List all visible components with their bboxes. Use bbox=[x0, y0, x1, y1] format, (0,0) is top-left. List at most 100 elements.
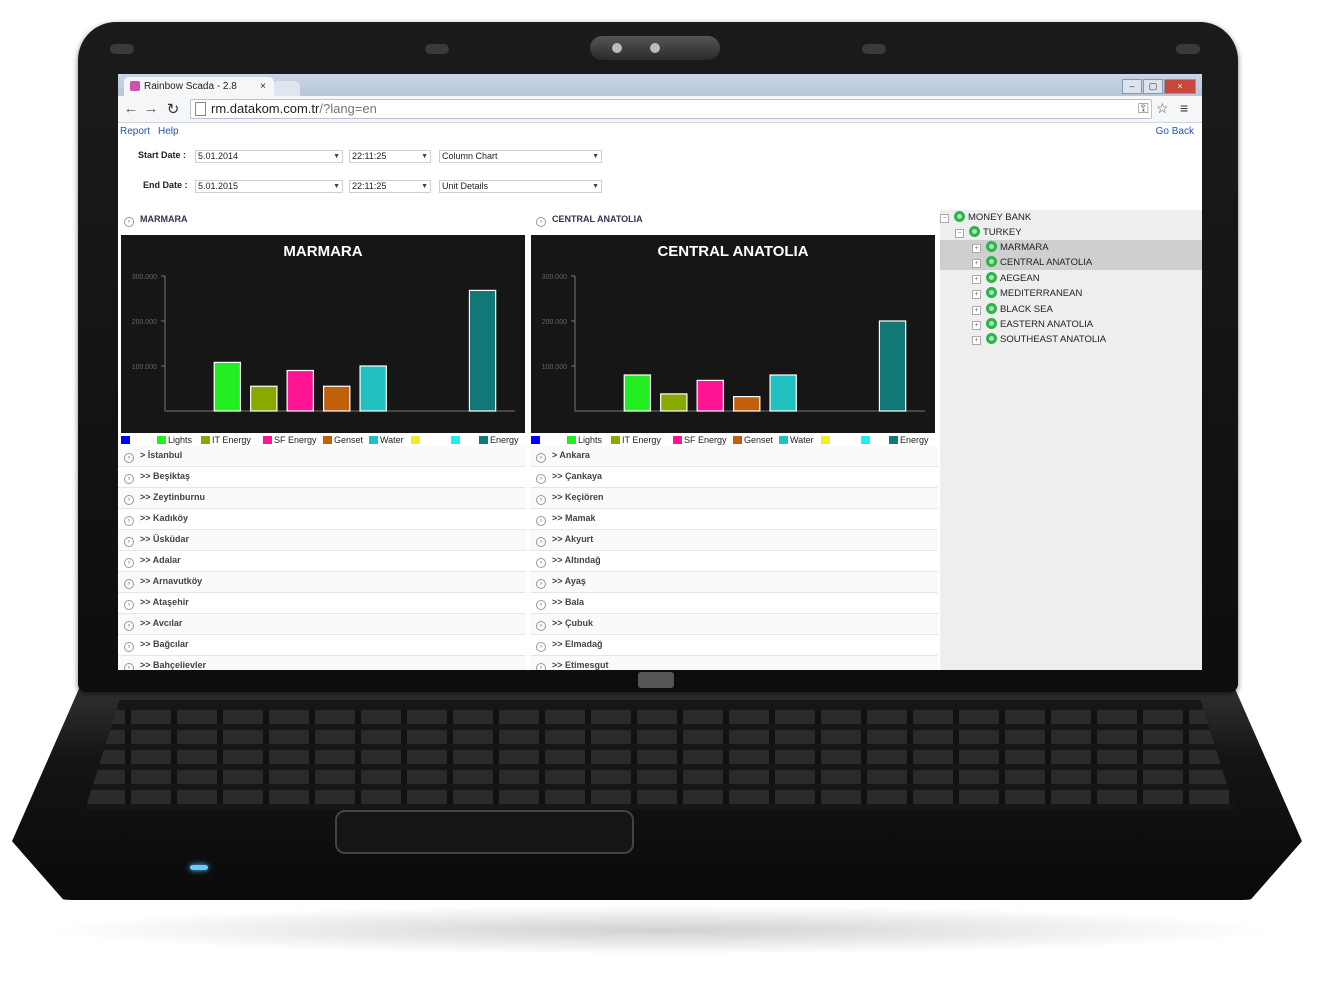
legend-item[interactable] bbox=[531, 435, 542, 445]
unit-row[interactable]: › >> Altındağ bbox=[530, 551, 938, 572]
unit-row[interactable]: › >> Çankaya bbox=[530, 467, 938, 488]
unit-row[interactable]: › >> Zeytinburnu bbox=[118, 488, 526, 509]
unit-row[interactable]: › >> Bala bbox=[530, 593, 938, 614]
unit-row-label: >> Üsküdar bbox=[140, 534, 190, 544]
legend-item[interactable] bbox=[821, 435, 832, 445]
legend-swatch bbox=[323, 436, 332, 444]
detail-select[interactable]: Unit Details ▼ bbox=[439, 180, 602, 193]
menu-help[interactable]: Help bbox=[158, 126, 179, 137]
power-led bbox=[190, 865, 208, 870]
expand-icon[interactable]: + bbox=[972, 321, 981, 330]
tree-node-country[interactable]: − TURKEY bbox=[955, 225, 1202, 240]
back-arrow-icon[interactable]: ← bbox=[122, 100, 140, 117]
tree-node-region[interactable]: + SOUTHEAST ANATOLIA bbox=[940, 332, 1202, 347]
collapse-icon[interactable]: − bbox=[955, 229, 964, 238]
bookmark-star-icon[interactable]: ☆ bbox=[1156, 100, 1169, 117]
address-bar[interactable]: rm.datakom.com.tr/?lang=en bbox=[190, 99, 1152, 119]
expand-icon[interactable]: + bbox=[972, 336, 981, 346]
expand-circle-icon: › bbox=[536, 600, 546, 610]
legend-item[interactable]: SF Energy bbox=[673, 435, 727, 445]
start-time-select[interactable]: 22:11:25 ▼ bbox=[349, 150, 431, 163]
reload-icon[interactable]: ↻ bbox=[164, 100, 182, 118]
end-date-label: End Date : bbox=[143, 180, 188, 190]
unit-row[interactable]: › >> Ayaş bbox=[530, 572, 938, 593]
new-tab-button[interactable] bbox=[274, 81, 300, 96]
unit-row[interactable]: › >> Çubuk bbox=[530, 614, 938, 635]
legend-item[interactable]: SF Energy bbox=[263, 435, 317, 445]
menu-icon[interactable]: ≡ bbox=[1180, 100, 1188, 116]
browser-tab[interactable]: Rainbow Scada - 2.8 × bbox=[124, 77, 274, 96]
legend-item[interactable]: Genset bbox=[323, 435, 363, 445]
tab-close-icon[interactable]: × bbox=[260, 77, 266, 96]
legend-item[interactable] bbox=[861, 435, 872, 445]
tree-node-region[interactable]: + EASTERN ANATOLIA bbox=[940, 317, 1202, 332]
unit-row[interactable]: › >> Arnavutköy bbox=[118, 572, 526, 593]
menu-report[interactable]: Report bbox=[120, 126, 150, 137]
unit-row[interactable]: › >> Ataşehir bbox=[118, 593, 526, 614]
unit-row[interactable]: › >> Adalar bbox=[118, 551, 526, 572]
legend-item[interactable] bbox=[121, 435, 132, 445]
legend-swatch bbox=[673, 436, 682, 444]
go-back-link[interactable]: Go Back bbox=[1156, 126, 1194, 137]
chart-type-select[interactable]: Column Chart ▼ bbox=[439, 150, 602, 163]
legend-swatch bbox=[611, 436, 620, 444]
bar bbox=[732, 396, 761, 412]
start-date-select[interactable]: 5.01.2014 ▼ bbox=[195, 150, 343, 163]
tree-node-region[interactable]: + AEGEAN bbox=[940, 271, 1202, 286]
unit-row-label: >> Bahçelievler bbox=[140, 660, 207, 670]
chart-marmara: MARMARA 100.000 200.000 300.000 bbox=[121, 235, 525, 433]
forward-arrow-icon[interactable]: → bbox=[142, 100, 160, 117]
expand-icon[interactable]: + bbox=[972, 259, 981, 269]
end-time-select[interactable]: 22:11:25 ▼ bbox=[349, 180, 431, 193]
collapse-icon[interactable]: − bbox=[940, 214, 949, 223]
legend-item[interactable] bbox=[451, 435, 462, 445]
expand-icon[interactable]: + bbox=[972, 305, 981, 315]
key-icon[interactable]: ⚿ bbox=[1138, 100, 1149, 117]
legend-item[interactable]: Lights bbox=[567, 435, 602, 445]
legend-swatch bbox=[121, 436, 130, 444]
legend-item[interactable]: Genset bbox=[733, 435, 773, 445]
tree-node-region[interactable]: + MARMARA bbox=[940, 240, 1202, 255]
legend-item[interactable]: Energy bbox=[479, 435, 519, 445]
unit-row-label: >> Etimesgut bbox=[552, 660, 609, 670]
unit-row[interactable]: › > Ankara bbox=[530, 446, 938, 467]
tree-node-region[interactable]: + BLACK SEA bbox=[940, 302, 1202, 317]
unit-row[interactable]: › >> Keçiören bbox=[530, 488, 938, 509]
legend-item[interactable] bbox=[411, 435, 422, 445]
unit-row[interactable]: › >> Kadıköy bbox=[118, 509, 526, 530]
unit-row[interactable]: › > İstanbul bbox=[118, 446, 526, 467]
tree-label: TURKEY bbox=[983, 227, 1022, 238]
expand-circle-icon: › bbox=[536, 516, 546, 526]
tree-node-root[interactable]: − MONEY BANK bbox=[940, 210, 1202, 225]
unit-row[interactable]: › >> Beşiktaş bbox=[118, 467, 526, 488]
unit-row[interactable]: › >> Üsküdar bbox=[118, 530, 526, 551]
legend-item[interactable]: Energy bbox=[889, 435, 929, 445]
maximize-button[interactable]: ▢ bbox=[1143, 79, 1163, 94]
tree-node-region[interactable]: + CENTRAL ANATOLIA bbox=[940, 255, 1202, 271]
end-date-select[interactable]: 5.01.2015 ▼ bbox=[195, 180, 343, 193]
bar bbox=[250, 385, 278, 412]
window-controls: – ▢ × bbox=[1121, 76, 1196, 94]
expand-icon[interactable]: + bbox=[972, 274, 981, 284]
expand-icon[interactable]: + bbox=[972, 290, 981, 300]
legend-item[interactable]: IT Energy bbox=[201, 435, 251, 445]
minimize-button[interactable]: – bbox=[1122, 79, 1142, 94]
legend-item[interactable]: Water bbox=[779, 435, 814, 445]
unit-row[interactable]: › >> Akyurt bbox=[530, 530, 938, 551]
unit-row[interactable]: › >> Avcılar bbox=[118, 614, 526, 635]
panel-header-left[interactable]: › MARMARA bbox=[124, 212, 188, 227]
legend-item[interactable]: Water bbox=[369, 435, 404, 445]
unit-row[interactable]: › >> Elmadağ bbox=[530, 635, 938, 656]
legend-item[interactable]: IT Energy bbox=[611, 435, 661, 445]
start-date-value: 5.01.2014 bbox=[198, 151, 239, 161]
close-button[interactable]: × bbox=[1164, 79, 1196, 94]
unit-row[interactable]: › >> Bahçelievler bbox=[118, 656, 526, 670]
chart-svg: 100.000 200.000 300.000 bbox=[132, 274, 515, 412]
tree-node-region[interactable]: + MEDITERRANEAN bbox=[940, 286, 1202, 301]
expand-icon[interactable]: + bbox=[972, 244, 981, 253]
unit-row[interactable]: › >> Mamak bbox=[530, 509, 938, 530]
unit-row[interactable]: › >> Etimesgut bbox=[530, 656, 938, 670]
legend-item[interactable]: Lights bbox=[157, 435, 192, 445]
unit-row[interactable]: › >> Bağcılar bbox=[118, 635, 526, 656]
panel-header-right[interactable]: › CENTRAL ANATOLIA bbox=[536, 212, 643, 227]
